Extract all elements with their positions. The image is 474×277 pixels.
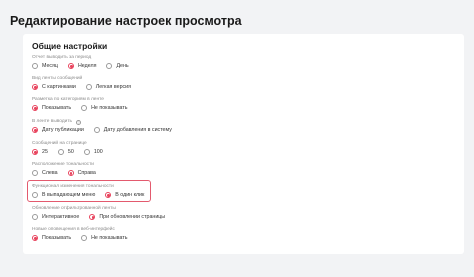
option-on-page-refresh[interactable]: При обновлении страницы [89,214,165,220]
page-title: Редактирование настроек просмотра [10,14,242,28]
option-label: В выпадающем меню [42,192,96,198]
radio-group: Слева Справа [32,169,106,177]
radio-group: 25 50 100 [32,148,113,156]
group-web-notifications: Новые оповещения в веб-интерфейс Показыв… [32,227,137,242]
option-show-notifications[interactable]: Показывать [32,235,71,241]
option-label: 50 [67,149,74,155]
option-light-version[interactable]: Легкая версия [85,84,131,90]
option-label: В один клик [115,192,145,198]
option-label: 25 [42,149,48,155]
radio-icon[interactable] [32,105,38,111]
group-label: Разметка по категориям в ленте [32,97,104,102]
option-left[interactable]: Слева [32,170,58,176]
option-dropdown[interactable]: В выпадающем меню [32,192,95,198]
radio-icon[interactable] [81,235,88,241]
radio-icon[interactable] [32,63,38,69]
radio-icon[interactable] [83,149,90,155]
group-label: Вид ленты сообщений [32,76,83,81]
option-show[interactable]: Показывать [32,105,71,111]
option-label: Не показывать [91,235,128,241]
option-25[interactable]: 25 [32,149,48,155]
group-label: Функционал изменения тональности [32,184,114,189]
group-category-markup: Разметка по категориям в ленте Показыват… [32,97,137,112]
option-label: День [116,63,129,69]
option-label: Дату добавления в систему [103,127,172,133]
group-tone-change: Функционал изменения тональности В выпад… [32,184,154,199]
option-label: Дату публикации [42,127,84,133]
option-label: Показывать [42,105,72,111]
radio-icon[interactable] [105,192,112,198]
option-label: 100 [93,149,103,155]
option-with-images[interactable]: С картинками [32,84,76,90]
radio-group: Месяц Неделя День [32,62,139,70]
group-feed-output: В ленте выводить ? Дату публикации Дату … [32,119,182,134]
group-label: Новые оповещения в веб-интерфейс [32,227,115,232]
option-day[interactable]: День [106,63,129,69]
group-label: В ленте выводить [32,119,73,124]
option-one-click[interactable]: В один клик [105,192,144,198]
option-right[interactable]: Справа [67,170,96,176]
option-label: Не показывать [91,105,128,111]
radio-icon[interactable] [32,214,38,220]
option-label: Слева [42,170,58,176]
radio-icon[interactable] [32,192,38,198]
radio-icon[interactable] [67,63,74,69]
option-label: Показывать [42,235,72,241]
radio-icon[interactable] [81,105,88,111]
group-feed-view: Вид ленты сообщений С картинками Легкая … [32,76,141,91]
option-label: Интерактивное [42,214,80,220]
group-label-row: В ленте выводить ? [32,119,182,125]
radio-icon[interactable] [32,170,38,176]
option-label: С картинками [42,84,76,90]
group-label: Сообщений на странице [32,141,87,146]
option-publication-date[interactable]: Дату публикации [32,127,84,133]
group-label: Отчет выводить за период [32,55,92,60]
group-messages-per-page: Сообщений на странице 25 50 100 [32,141,113,156]
radio-icon[interactable] [32,127,38,133]
radio-icon[interactable] [32,235,38,241]
radio-group: Интерактивное При обновлении страницы [32,213,175,221]
group-report-period: Отчет выводить за период Месяц Неделя Де… [32,55,139,70]
radio-icon[interactable] [32,149,38,155]
radio-icon[interactable] [106,63,113,69]
radio-group: Показывать Не показывать [32,104,137,112]
option-50[interactable]: 50 [57,149,74,155]
option-interactive[interactable]: Интерактивное [32,214,79,220]
radio-group: Дату публикации Дату добавления в систем… [32,126,182,134]
option-label: Месяц [42,63,58,69]
option-week[interactable]: Неделя [67,63,97,69]
option-label: Справа [77,170,96,176]
option-added-date[interactable]: Дату добавления в систему [93,127,172,133]
radio-icon[interactable] [89,214,96,220]
group-label: Обновление отфильтрованной ленты [32,206,116,211]
option-hide-notifications[interactable]: Не показывать [81,235,127,241]
radio-group: В выпадающем меню В один клик [32,191,154,199]
info-icon[interactable]: ? [76,119,82,125]
radio-icon[interactable] [67,170,74,176]
group-tone-position: Расположение тональности Слева Справа [32,162,106,177]
group-feed-refresh: Обновление отфильтрованной ленты Интерак… [32,206,175,221]
option-label: Легкая версия [95,84,131,90]
section-title: Общие настройки [32,41,108,51]
option-hide[interactable]: Не показывать [81,105,127,111]
option-label: При обновлении страницы [99,214,166,220]
group-label: Расположение тональности [32,162,94,167]
radio-group: Показывать Не показывать [32,234,137,242]
radio-icon[interactable] [32,84,38,90]
option-label: Неделя [77,63,97,69]
radio-group: С картинками Легкая версия [32,83,141,91]
radio-icon[interactable] [85,84,92,90]
settings-card: Общие настройки Отчет выводить за период… [23,34,464,254]
option-100[interactable]: 100 [83,149,103,155]
radio-icon[interactable] [57,149,64,155]
radio-icon[interactable] [93,127,100,133]
option-month[interactable]: Месяц [32,63,58,69]
